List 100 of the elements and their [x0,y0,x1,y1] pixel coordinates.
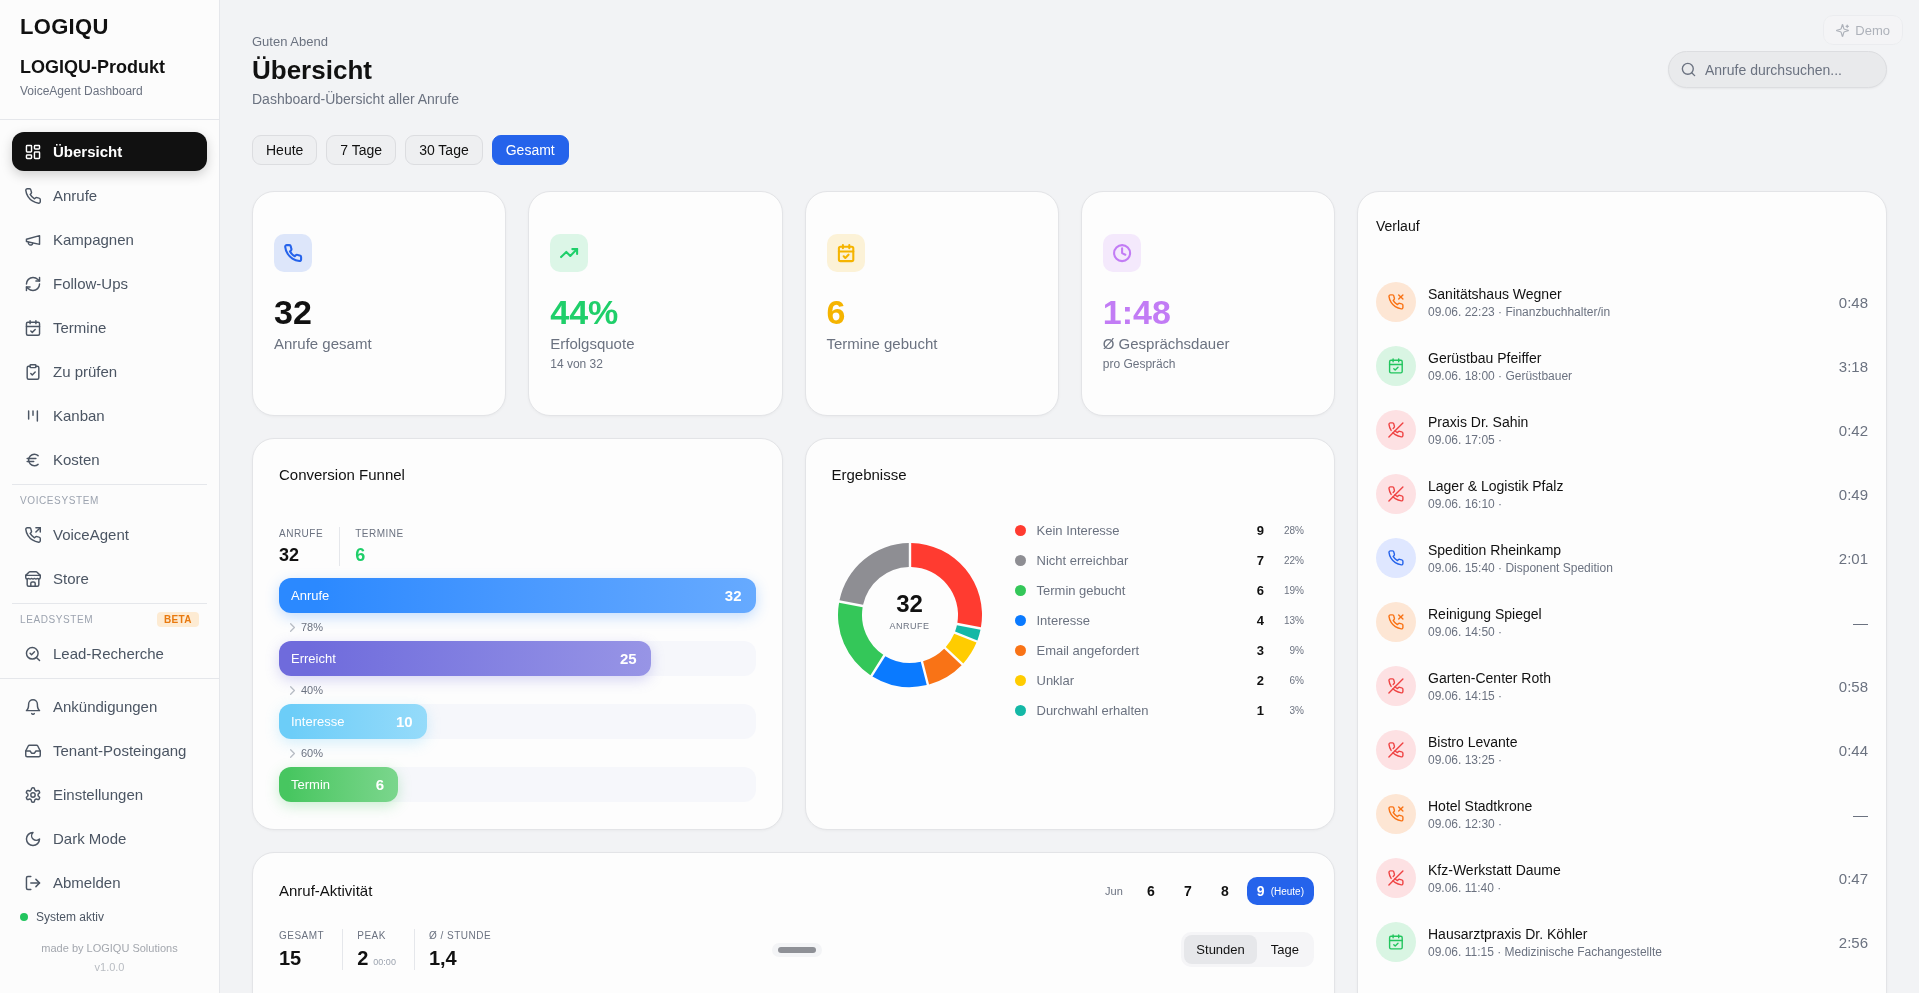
search-check-icon [25,645,41,662]
legend-label: Interesse [1036,612,1091,628]
status-text: System aktiv [36,910,104,924]
day-button[interactable]: 6 [1135,877,1166,905]
logout-icon [25,874,41,891]
nav-item[interactable]: Anrufe [12,176,207,215]
legend-count: 4 [1255,612,1264,628]
nav-item[interactable]: Zu prüfen [12,352,207,391]
legend-percent: 6% [1288,674,1304,686]
call-meta: 09.06. 17:05 · [1428,432,1504,448]
nav-item[interactable]: Dark Mode [12,819,207,858]
call-meta: 09.06. 15:40 · Disponent Spedition [1428,560,1614,576]
stat-value: 6 [826,292,847,332]
legend-label: Kein Interesse [1036,522,1121,538]
period-tab[interactable]: 7 Tage [326,135,397,165]
legend-count: 3 [1255,642,1264,658]
bell-icon [25,698,41,715]
nav-item[interactable]: Tenant-Posteingang [12,731,207,770]
stage-count: 32 [724,587,742,604]
settings-icon [25,786,41,803]
stat-note: 00:00 [373,957,396,967]
phone-icon [25,187,41,204]
call-name: Lager & Logistik Pfalz [1428,476,1565,495]
legend-label: Unklar [1036,672,1076,688]
call-meta: 09.06. 11:15 · Medizinische Fachangestellte [1428,944,1663,960]
legend-label: Email angefordert [1036,642,1141,658]
search-field[interactable]: Anrufe durchsuchen... [1668,51,1887,88]
legend-count: 7 [1255,552,1264,568]
section-label: LEADSYSTEM [20,613,94,625]
nav-item[interactable]: Follow-Ups [12,264,207,303]
day-button[interactable]: 8 [1209,877,1240,905]
nav-item[interactable]: Kampagnen [12,220,207,259]
call-name: Gerüstbau Pfeiffer [1428,348,1543,367]
nav-item[interactable]: VoiceAgent [12,515,207,554]
stat-subtext: pro Gespräch [1102,356,1177,372]
stat-value: 1,4 [428,946,457,970]
legend-percent: 22% [1283,554,1304,566]
period-tab[interactable]: Heute [252,135,318,165]
stage-label: Erreicht [291,651,336,666]
stat-label: Anrufe gesamt [274,334,373,354]
phone-arrow-icon [25,526,41,543]
beta-badge: BETA [156,611,199,627]
call-name: Reinigung Spiegel [1428,604,1543,623]
legend-count: 1 [1255,702,1264,718]
period-tab[interactable]: Gesamt [491,135,569,165]
call-name: Garten-Center Roth [1428,668,1552,687]
phone-icon [274,234,312,272]
call-duration: — [1853,613,1868,631]
call-meta: 09.06. 12:30 · [1428,816,1504,832]
stat-value: 2 [357,946,369,970]
call-duration: 0:58 [1838,677,1868,695]
calendar-check-icon [25,319,41,336]
stat-subtext: 14 von 32 [550,356,604,372]
clipboard-check-icon [25,363,41,380]
call-duration: 0:44 [1838,741,1868,759]
legend-percent: 9% [1288,644,1304,656]
stat-label: Erfolgsquote [550,334,636,354]
nav-item[interactable]: Ankündigungen [12,687,207,726]
call-meta: 09.06. 16:10 · [1428,496,1504,512]
nav-item[interactable]: Kanban [12,396,207,435]
view-toggle[interactable]: Tage [1258,935,1311,964]
store-icon [25,570,41,587]
stat-value: 1:48 [1102,292,1172,332]
call-meta: 09.06. 14:15 · [1428,688,1504,704]
page-title: Übersicht [252,54,373,86]
stat-label: Ø / STUNDE [428,929,492,943]
card-title: Anruf-Aktivität [279,881,373,901]
call-meta: 09.06. 22:23 · Finanzbuchhalter/in [1428,304,1612,320]
nav-item[interactable]: Termine [12,308,207,347]
call-duration: 0:49 [1838,485,1868,503]
month-label: Jun [1105,885,1123,897]
stat-value: 32 [274,292,313,332]
period-tab[interactable]: 30 Tage [405,135,483,165]
chevron-right-icon [290,685,295,695]
search-icon [1681,62,1696,77]
nav-item[interactable]: Einstellungen [12,775,207,814]
stat-value: 32 [279,544,301,566]
nav-item[interactable]: Übersicht [12,132,207,171]
donut-slice [922,648,962,685]
call-name: Spedition Rheinkamp [1428,540,1563,559]
logo: LOGIQU [20,13,110,41]
stat-value: 44% [550,292,620,332]
stage-label: Anrufe [291,588,330,603]
nav-item[interactable]: Kosten [12,440,207,479]
view-toggle[interactable]: Stunden [1184,935,1257,964]
chevron-right-icon [290,622,295,632]
day-button[interactable]: 9 (Heute) [1246,877,1314,905]
donut-total: 32 [896,590,923,618]
section-label: VOICESYSTEM [20,494,99,506]
call-duration: 0:42 [1838,421,1868,439]
euro-icon [25,451,41,468]
call-meta: 09.06. 13:25 · [1428,752,1504,768]
stage-count: 6 [375,776,385,793]
nav-item[interactable]: Abmelden [12,863,207,902]
nav-item[interactable]: Store [12,559,207,598]
call-meta: 09.06. 18:00 · Gerüstbauer [1428,368,1574,384]
nav-item[interactable]: Lead-Recherche [12,634,207,673]
day-button[interactable]: 7 [1172,877,1203,905]
call-name: Praxis Dr. Sahin [1428,412,1530,431]
stat-label: GESAMT [279,929,325,943]
